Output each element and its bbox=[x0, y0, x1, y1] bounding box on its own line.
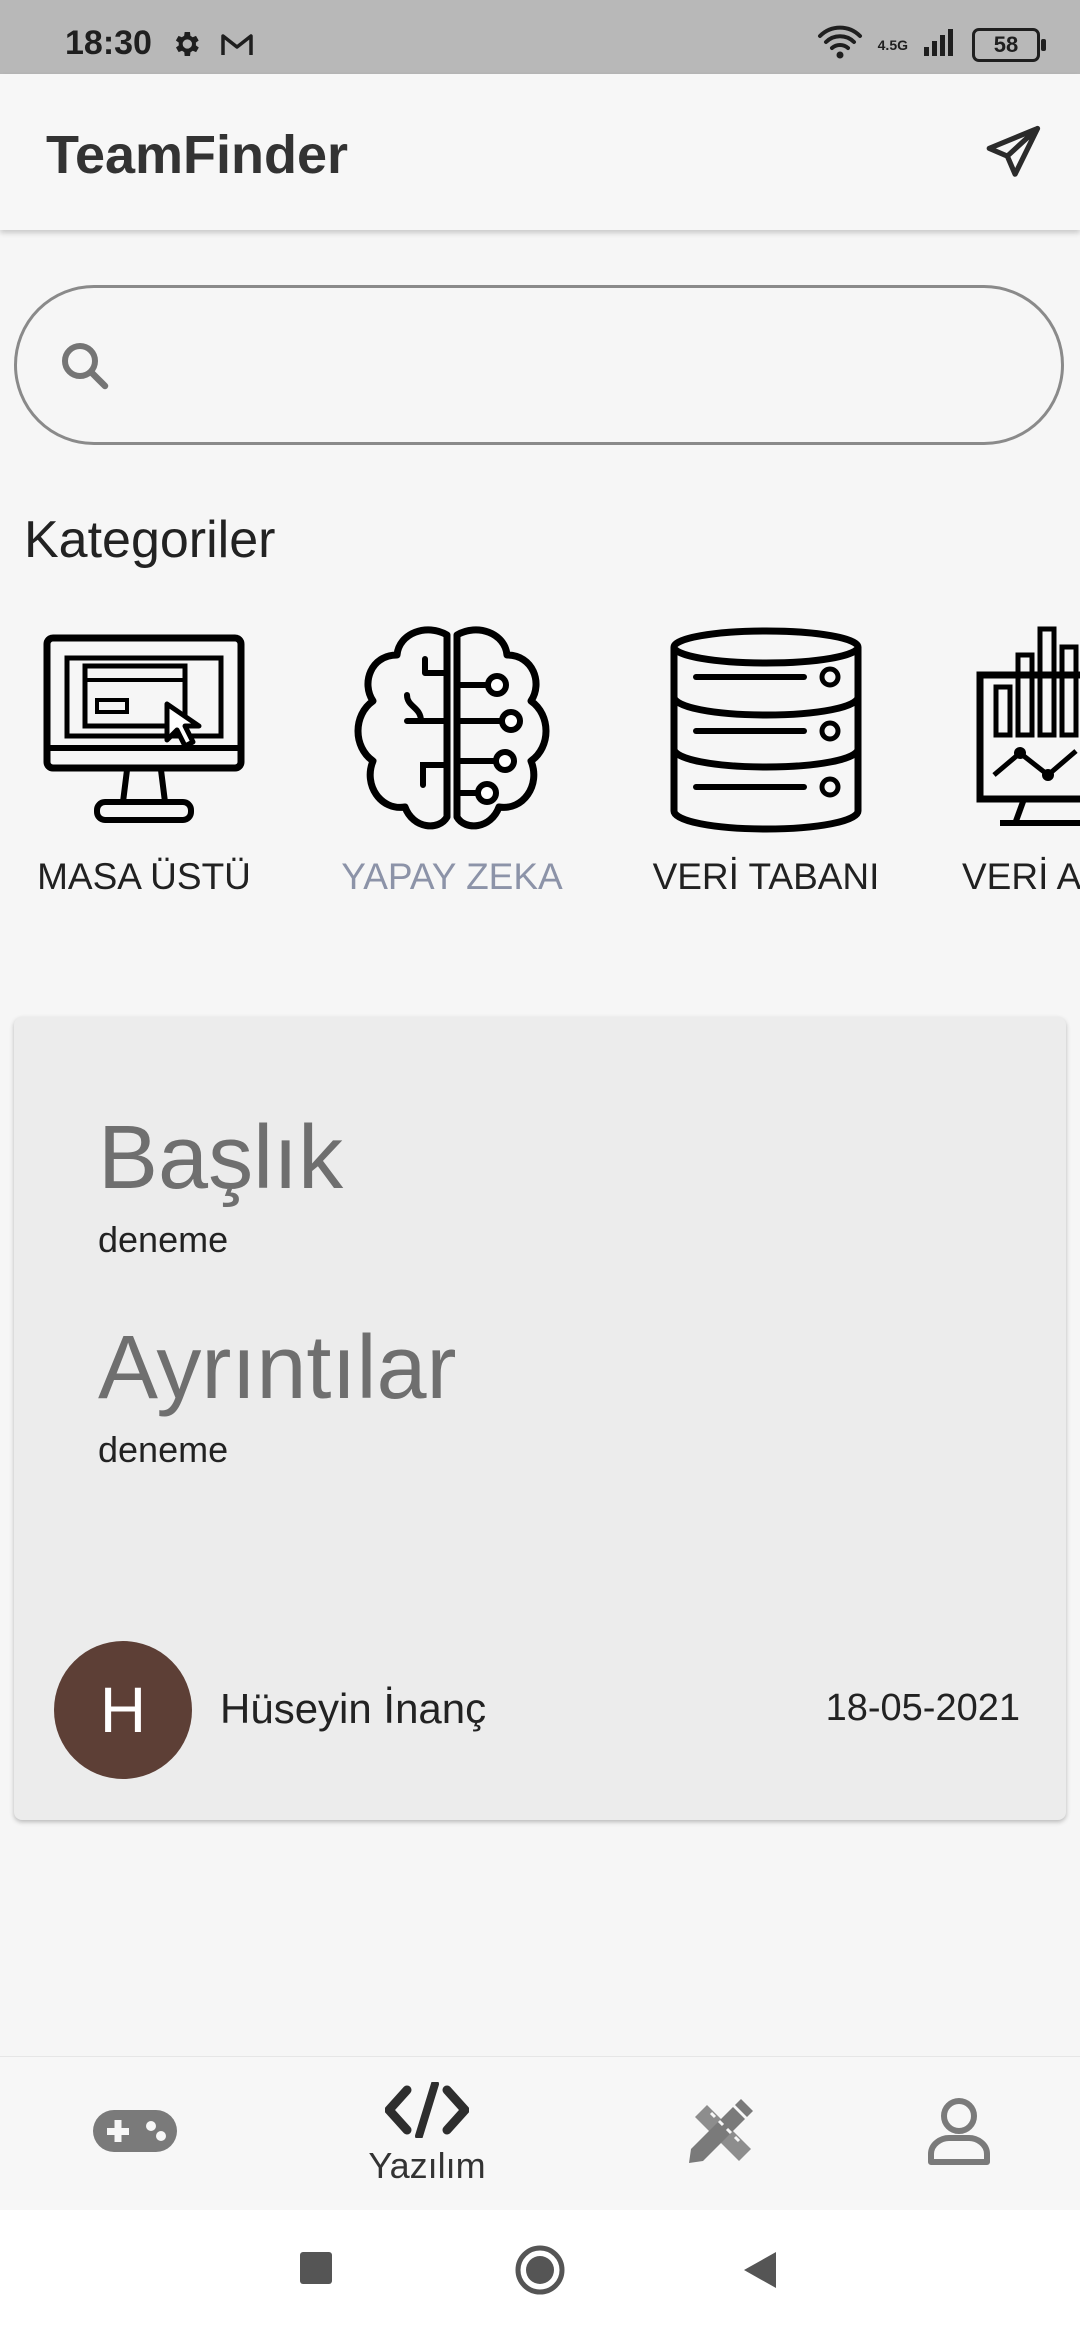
nav-item-profile[interactable] bbox=[824, 2057, 1080, 2211]
avatar[interactable]: H bbox=[54, 1641, 192, 1779]
category-veri-tabani[interactable]: VERİ TABANI bbox=[636, 620, 896, 898]
search-icon bbox=[55, 336, 115, 401]
recent-apps-square-icon[interactable] bbox=[298, 2250, 334, 2291]
search-input[interactable] bbox=[137, 318, 1001, 420]
battery-indicator: 58 bbox=[972, 27, 1046, 62]
settings-gear-icon bbox=[170, 28, 202, 65]
nav-item-design[interactable] bbox=[586, 2057, 856, 2211]
code-icon bbox=[384, 2079, 470, 2143]
status-bar: 18:30 4.5G 58 bbox=[0, 0, 1080, 74]
nav-item-yazilim[interactable]: Yazılım bbox=[292, 2057, 562, 2211]
post-details-value: deneme bbox=[98, 1429, 229, 1470]
nav-item-games[interactable] bbox=[0, 2057, 270, 2211]
category-veri-analizi[interactable]: VERİ A bbox=[944, 620, 1080, 898]
network-type-label: 4.5G bbox=[877, 36, 908, 53]
post-author: Hüseyin İnanç bbox=[220, 1685, 487, 1732]
post-title-label: Başlık bbox=[98, 1108, 344, 1208]
wifi-icon bbox=[816, 24, 864, 65]
app-title: TeamFinder bbox=[46, 125, 349, 185]
data-analytics-icon bbox=[944, 620, 1080, 840]
status-right: 4.5G 58 bbox=[816, 24, 1046, 65]
bottom-navigation: Yazılım bbox=[0, 2056, 1080, 2211]
post-title-value: deneme bbox=[98, 1219, 229, 1260]
back-triangle-icon[interactable] bbox=[742, 2250, 778, 2295]
app-bar: TeamFinder bbox=[0, 74, 1080, 230]
post-details-label: Ayrıntılar bbox=[98, 1318, 457, 1418]
categories-heading: Kategoriler bbox=[24, 511, 276, 569]
database-icon bbox=[636, 620, 896, 840]
gmail-icon bbox=[220, 32, 254, 63]
signal-icon bbox=[922, 27, 958, 62]
send-icon[interactable] bbox=[982, 122, 1044, 189]
search-bar[interactable] bbox=[14, 285, 1064, 445]
user-profile-icon bbox=[927, 2096, 991, 2171]
post-card[interactable]: Başlık deneme Ayrıntılar deneme H Hüseyi… bbox=[14, 1017, 1066, 1820]
category-yapay-zeka[interactable]: YAPAY ZEKA bbox=[322, 620, 582, 898]
category-label: YAPAY ZEKA bbox=[341, 856, 563, 897]
category-masa-ustu[interactable]: MASA ÜSTÜ bbox=[14, 620, 274, 898]
home-circle-icon[interactable] bbox=[514, 2244, 566, 2301]
desktop-monitor-icon bbox=[14, 620, 274, 840]
design-pencil-ruler-icon bbox=[685, 2095, 757, 2172]
system-navigation-bar bbox=[0, 2210, 1080, 2340]
status-time: 18:30 bbox=[65, 24, 152, 62]
post-date: 18-05-2021 bbox=[825, 1687, 1020, 1729]
gamepad-icon bbox=[91, 2106, 179, 2161]
category-label: MASA ÜSTÜ bbox=[37, 856, 251, 897]
category-label: VERİ A bbox=[962, 856, 1080, 897]
nav-label: Yazılım bbox=[368, 2144, 486, 2186]
brain-circuit-icon bbox=[322, 620, 582, 840]
category-label: VERİ TABANI bbox=[652, 856, 880, 897]
